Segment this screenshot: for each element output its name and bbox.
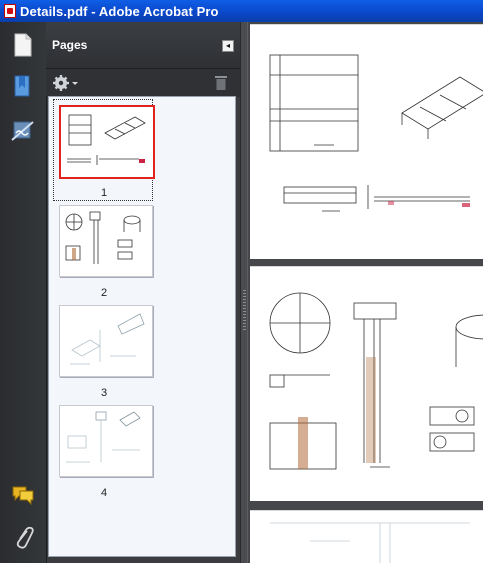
collapse-panel-button[interactable]: ◂ <box>222 40 234 52</box>
thumbnail-list[interactable]: 1 2 3 4 <box>48 96 236 557</box>
trash-icon[interactable] <box>214 75 228 91</box>
document-view[interactable] <box>248 22 483 563</box>
page-number-2: 2 <box>100 287 108 299</box>
panel-splitter[interactable] <box>240 22 248 563</box>
page-number-1: 1 <box>100 187 108 199</box>
pages-panel-header: Pages ◂ <box>46 22 240 68</box>
signatures-icon[interactable] <box>10 118 36 144</box>
title-bar: Details.pdf - Adobe Acrobat Pro <box>0 0 483 22</box>
pdf-file-icon <box>4 4 16 18</box>
splitter-grip[interactable] <box>243 290 246 330</box>
document-page-3 <box>250 510 483 563</box>
page-thumbnail-1[interactable] <box>59 105 155 179</box>
page-thumbnail-2[interactable] <box>59 205 153 277</box>
attachments-icon[interactable] <box>10 524 36 550</box>
gear-icon <box>53 75 78 91</box>
bookmarks-icon[interactable] <box>10 74 36 100</box>
document-page-2 <box>250 266 483 501</box>
page-number-4: 4 <box>100 487 108 499</box>
comments-icon[interactable] <box>10 482 36 508</box>
pages-panel-title: Pages <box>52 38 88 52</box>
page-thumbnail-4[interactable] <box>59 405 153 477</box>
navigation-rail <box>0 22 47 563</box>
page-number-3: 3 <box>100 387 108 399</box>
page-thumbnail-3[interactable] <box>59 305 153 377</box>
pages-panel-toolbar <box>46 68 240 97</box>
options-menu-button[interactable] <box>52 74 82 92</box>
window-title: Details.pdf - Adobe Acrobat Pro <box>20 3 219 19</box>
page-thumbnails-icon[interactable] <box>10 32 36 58</box>
document-page-1 <box>250 24 483 259</box>
chevron-down-icon <box>72 82 78 85</box>
